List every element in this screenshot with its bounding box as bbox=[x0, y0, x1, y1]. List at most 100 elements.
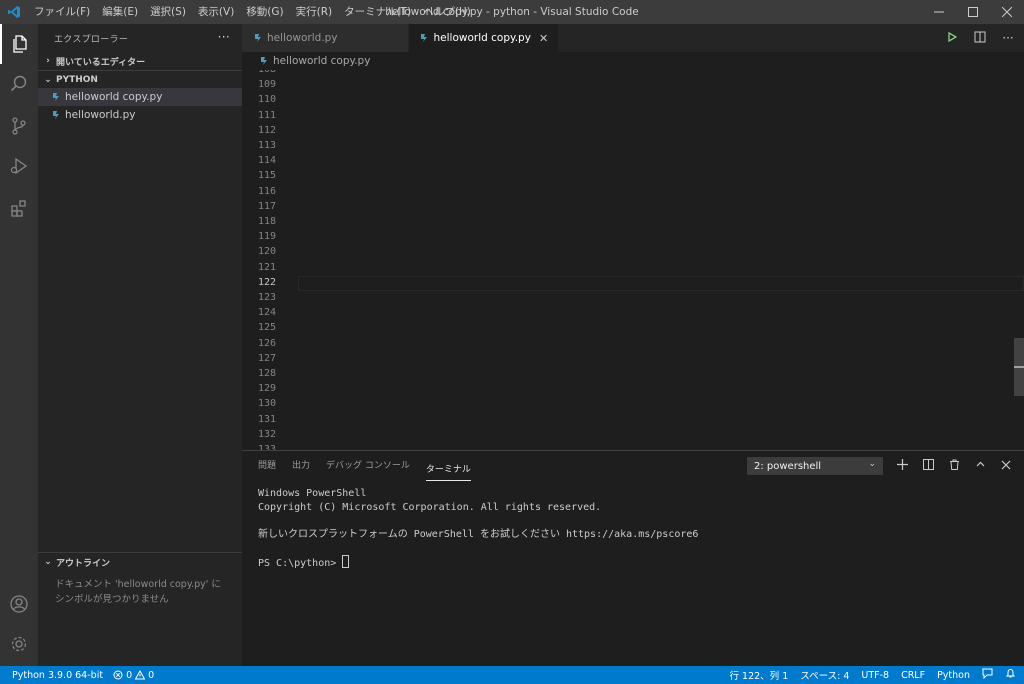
manage-activity[interactable] bbox=[0, 624, 38, 664]
menu-run[interactable]: 実行(R) bbox=[290, 0, 339, 24]
problems-status[interactable]: 0 0 bbox=[113, 670, 154, 681]
outline-header[interactable]: ⌄ アウトライン bbox=[38, 553, 242, 571]
account-icon bbox=[10, 595, 28, 613]
code-editor[interactable]: 108 109 110 111 112 113 114 115 116 117 118 119 120 1… bbox=[242, 70, 1024, 450]
close-panel-button[interactable] bbox=[998, 459, 1014, 473]
kill-terminal-button[interactable] bbox=[946, 459, 962, 473]
file-item-helloworld-copy[interactable]: helloworld copy.py bbox=[38, 88, 242, 106]
sidebar: エクスプローラー ··· › 開いているエディター ⌄ PYTHON hello… bbox=[38, 24, 242, 666]
file-label: helloworld copy.py bbox=[65, 91, 163, 103]
tab-helloworld-copy[interactable]: helloworld copy.py ✕ bbox=[408, 24, 560, 52]
current-line-highlight bbox=[298, 276, 1024, 291]
search-activity[interactable] bbox=[0, 64, 38, 104]
accounts-activity[interactable] bbox=[0, 584, 38, 624]
cursor-position[interactable]: 行 122、列 1 bbox=[730, 668, 789, 682]
python-file-icon bbox=[252, 33, 263, 44]
line-number: 125 bbox=[257, 322, 276, 334]
file-item-helloworld[interactable]: helloworld.py bbox=[38, 106, 242, 124]
line-number: 127 bbox=[257, 352, 276, 364]
editor-actions: ··· bbox=[944, 24, 1016, 52]
end-of-line[interactable]: CRLF bbox=[901, 670, 925, 681]
window-controls bbox=[922, 0, 1024, 24]
editor-area: helloworld.py helloworld copy.py ✕ ··· h… bbox=[242, 24, 1024, 450]
more-actions-icon[interactable]: ··· bbox=[1000, 31, 1016, 45]
vscode-logo-icon bbox=[0, 0, 28, 24]
menu-file[interactable]: ファイル(F) bbox=[28, 0, 96, 24]
line-number: 129 bbox=[257, 383, 276, 395]
line-number: 116 bbox=[257, 185, 276, 197]
line-number: 114 bbox=[257, 155, 276, 167]
menu-selection[interactable]: 選択(S) bbox=[144, 0, 192, 24]
feedback-button[interactable] bbox=[982, 668, 993, 682]
run-file-button[interactable] bbox=[944, 31, 960, 45]
line-number: 110 bbox=[257, 94, 276, 106]
line-number: 112 bbox=[257, 124, 276, 136]
terminal-select[interactable]: 2: powershell ⌄ bbox=[747, 457, 883, 475]
breadcrumb-file[interactable]: helloworld copy.py bbox=[273, 55, 370, 67]
editor-scrollbar[interactable] bbox=[1014, 70, 1024, 450]
more-actions-icon[interactable]: ··· bbox=[218, 30, 230, 44]
extensions-activity[interactable] bbox=[0, 188, 38, 228]
encoding[interactable]: UTF-8 bbox=[861, 670, 889, 681]
tab-helloworld[interactable]: helloworld.py bbox=[242, 24, 409, 52]
new-terminal-button[interactable] bbox=[894, 459, 910, 473]
title-bar: ファイル(F) 編集(E) 選択(S) 表示(V) 移動(G) 実行(R) ター… bbox=[0, 0, 1024, 24]
line-number: 121 bbox=[257, 261, 276, 273]
line-number: 115 bbox=[257, 170, 276, 182]
line-number: 108 bbox=[242, 70, 276, 75]
source-control-icon bbox=[12, 117, 26, 135]
tab-output[interactable]: 出力 bbox=[292, 451, 310, 481]
trash-icon bbox=[949, 459, 959, 470]
terminal-output[interactable]: Windows PowerShell Copyright (C) Microso… bbox=[242, 481, 1024, 574]
tab-debug-console[interactable]: デバッグ コンソール bbox=[326, 451, 410, 481]
menu-edit[interactable]: 編集(E) bbox=[96, 0, 144, 24]
editor-tabs: helloworld.py helloworld copy.py ✕ ··· bbox=[242, 24, 1024, 52]
outline-section: ⌄ アウトライン ドキュメント 'helloworld copy.py' にシン… bbox=[38, 552, 242, 607]
maximize-button[interactable] bbox=[956, 0, 990, 24]
python-interpreter[interactable]: Python 3.9.0 64-bit bbox=[12, 670, 103, 681]
error-icon bbox=[113, 670, 123, 680]
menu-terminal[interactable]: ターミナル(T) bbox=[338, 0, 417, 24]
menu-help[interactable]: ヘルプ(H) bbox=[417, 0, 477, 24]
tab-close-icon[interactable]: ✕ bbox=[539, 32, 548, 45]
split-terminal-button[interactable] bbox=[920, 459, 936, 473]
close-window-button[interactable] bbox=[990, 0, 1024, 24]
split-editor-button[interactable] bbox=[972, 31, 988, 46]
line-number: 113 bbox=[257, 140, 276, 151]
line-number: 119 bbox=[257, 231, 276, 243]
tab-label: helloworld.py bbox=[267, 32, 338, 44]
chevron-down-icon: ⌄ bbox=[44, 74, 52, 85]
python-file-icon bbox=[50, 110, 61, 121]
minimize-button[interactable] bbox=[922, 0, 956, 24]
split-editor-icon bbox=[974, 31, 986, 42]
language-mode[interactable]: Python bbox=[937, 670, 970, 681]
maximize-panel-button[interactable] bbox=[972, 459, 988, 473]
gear-icon bbox=[11, 636, 27, 652]
line-number: 109 bbox=[257, 79, 276, 91]
breadcrumb: helloworld copy.py bbox=[242, 52, 1024, 70]
activity-bar bbox=[0, 24, 38, 666]
file-label: helloworld.py bbox=[65, 109, 136, 121]
chevron-down-icon: ⌄ bbox=[44, 557, 52, 567]
terminal-line: 新しいクロスプラットフォームの PowerShell をお試しください http… bbox=[258, 528, 699, 540]
notifications-button[interactable] bbox=[1005, 668, 1016, 682]
tab-problems[interactable]: 問題 bbox=[258, 451, 276, 481]
explorer-header: エクスプローラー ··· bbox=[38, 24, 242, 52]
open-editors-section[interactable]: › 開いているエディター bbox=[38, 52, 242, 70]
menu-bar: ファイル(F) 編集(E) 選択(S) 表示(V) 移動(G) 実行(R) ター… bbox=[28, 0, 477, 24]
explorer-activity[interactable] bbox=[0, 24, 38, 64]
source-control-activity[interactable] bbox=[0, 106, 38, 146]
run-debug-icon bbox=[10, 157, 28, 175]
minimize-icon bbox=[934, 11, 944, 13]
indentation[interactable]: スペース: 4 bbox=[800, 668, 849, 682]
terminal-prompt: PS C:\python> bbox=[258, 557, 343, 569]
feedback-icon bbox=[982, 668, 993, 680]
menu-view[interactable]: 表示(V) bbox=[192, 0, 240, 24]
python-file-icon bbox=[419, 33, 430, 44]
folder-section[interactable]: ⌄ PYTHON bbox=[38, 70, 242, 88]
tab-terminal[interactable]: ターミナル bbox=[425, 459, 471, 481]
menu-go[interactable]: 移動(G) bbox=[240, 0, 289, 24]
warning-count: 0 bbox=[148, 669, 155, 681]
run-debug-activity[interactable] bbox=[0, 146, 38, 186]
